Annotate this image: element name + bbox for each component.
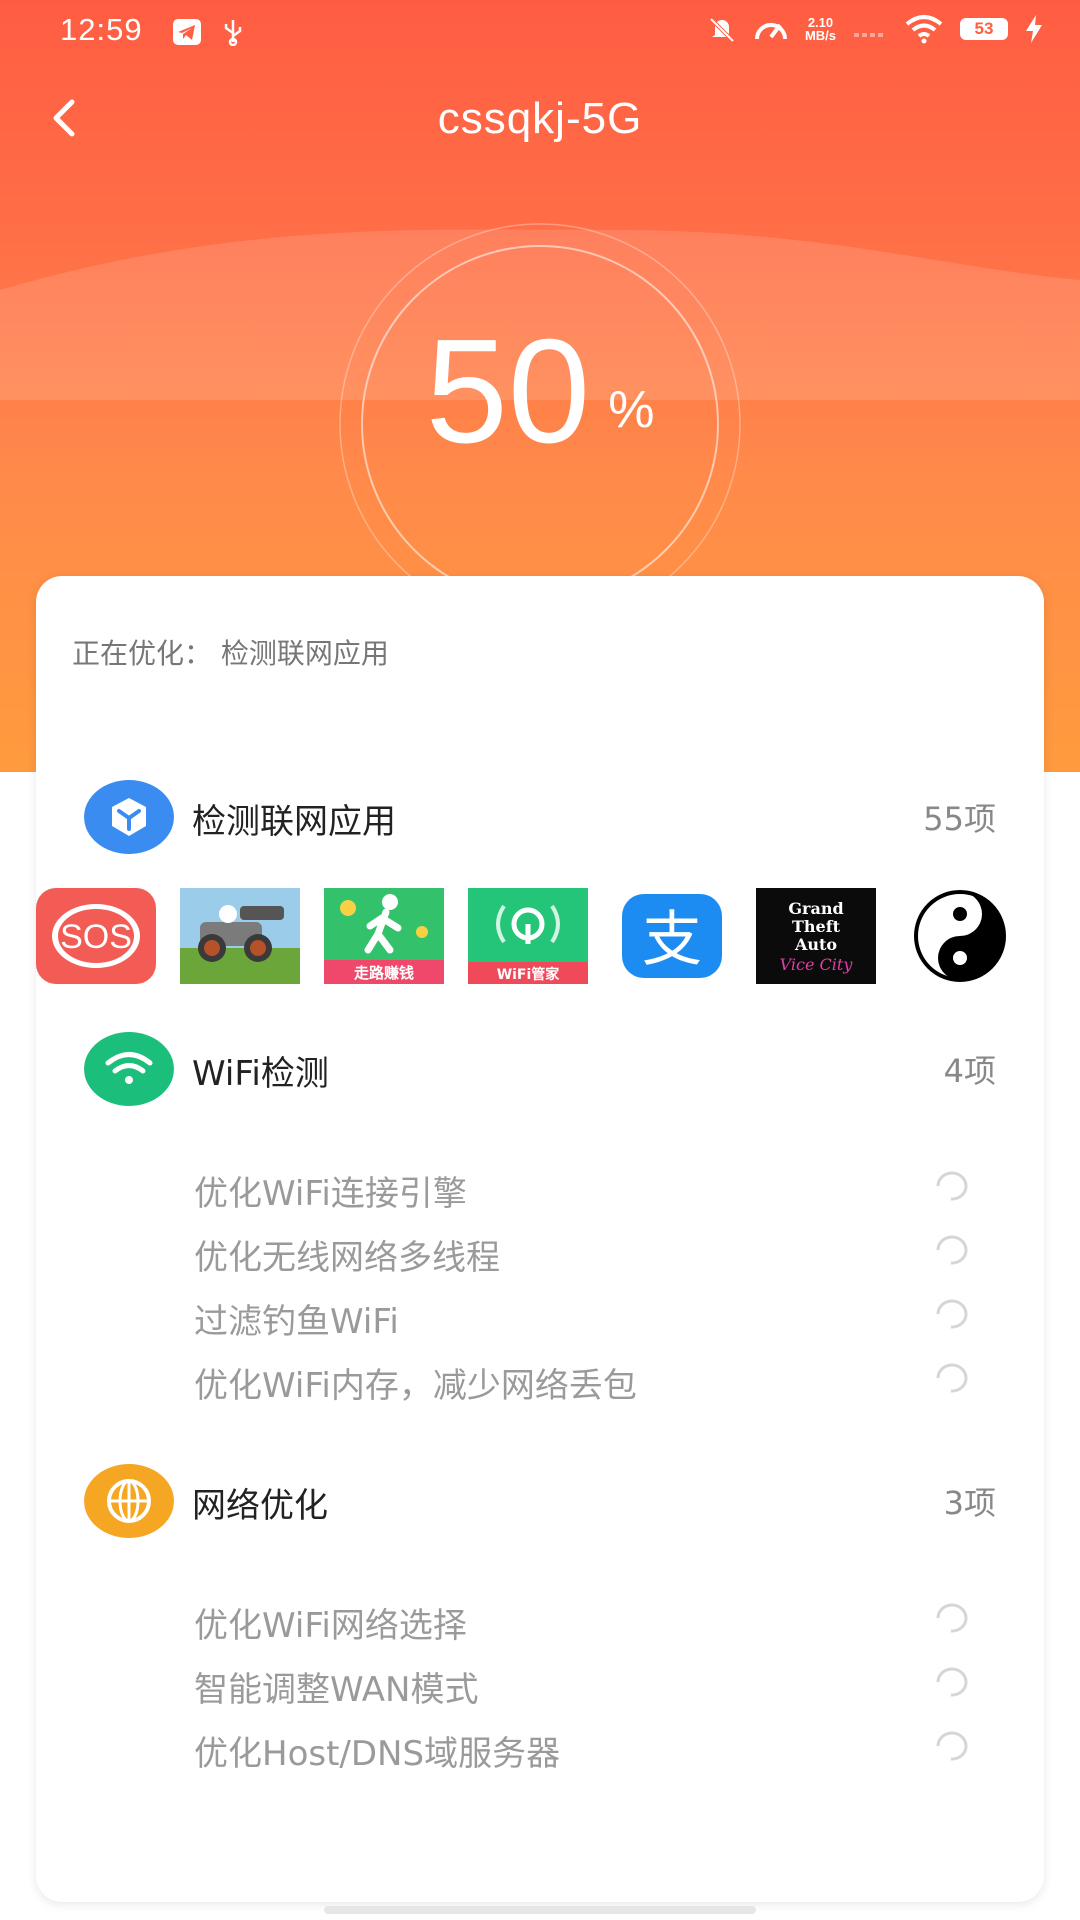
list-item: 优化WiFi连接引擎 [194, 1160, 994, 1214]
loading-spinner-icon [936, 1171, 968, 1201]
usb-icon [224, 20, 242, 46]
loading-spinner-icon [936, 1731, 968, 1761]
list-item: 智能调整WAN模式 [194, 1656, 994, 1710]
section-title: WiFi检测 [192, 1054, 329, 1094]
battery-icon: 53 [960, 18, 1008, 40]
loading-spinner-icon [936, 1235, 968, 1265]
speedometer-icon [754, 23, 787, 40]
wifi-icon [84, 1032, 174, 1106]
loading-spinner-icon [936, 1603, 968, 1633]
section-count: 3项 [943, 1484, 996, 1522]
item-label: 优化无线网络多线程 [194, 1238, 500, 1278]
section-count: 4项 [943, 1052, 996, 1090]
gta-vice-city-app-icon: Grand Theft Auto Vice City [756, 888, 876, 984]
network-speed: 2.10 MB/s [805, 16, 836, 42]
list-item: 优化WiFi网络选择 [194, 1592, 994, 1646]
sos-label: SOS [60, 918, 132, 956]
status-time: 12:59 [60, 12, 143, 47]
walk-earn-label: 走路赚钱 [354, 964, 414, 982]
list-item: 优化无线网络多线程 [194, 1224, 994, 1278]
item-label: 优化WiFi内存，减少网络丢包 [194, 1366, 637, 1406]
section-wifi-check: WiFi检测 4项 [84, 1032, 996, 1106]
item-label: 优化WiFi网络选择 [194, 1606, 467, 1646]
network-cube-icon [84, 780, 174, 854]
svg-text:Auto: Auto [794, 935, 837, 954]
progress-percent: 50% [0, 318, 1080, 466]
alipay-label: 支 [642, 905, 702, 975]
list-item: 过滤钓鱼WiFi [194, 1288, 994, 1342]
loading-spinner-icon [936, 1299, 968, 1329]
item-label: 优化WiFi连接引擎 [194, 1174, 467, 1214]
wifi-manager-app-icon: WiFi管家 [468, 888, 588, 984]
telegram-icon [173, 19, 201, 45]
app-icon-row: SOS 走路赚钱 WiFi管家 支 Grand Theft Auto Vice … [36, 888, 1044, 984]
section-network-optimization: 网络优化 3项 [84, 1464, 996, 1538]
item-label: 智能调整WAN模式 [194, 1670, 479, 1710]
percent-sign: % [608, 381, 655, 439]
charging-icon [1026, 15, 1042, 43]
wifi-manager-label: WiFi管家 [497, 966, 561, 983]
page-title: cssqkj-5G [437, 94, 643, 143]
speed-unit: MB/s [804, 28, 836, 43]
list-item: 优化Host/DNS域服务器 [194, 1720, 994, 1774]
percent-value: 50 [425, 309, 591, 474]
home-indicator[interactable] [324, 1906, 756, 1914]
loading-spinner-icon [936, 1667, 968, 1697]
alipay-app-icon: 支 [612, 888, 732, 984]
section-count: 55项 [923, 800, 996, 838]
bell-off-icon [709, 17, 735, 43]
loading-spinner-icon [936, 1363, 968, 1393]
optimizing-status: 正在优化： 检测联网应用 [72, 637, 389, 670]
list-item: 优化WiFi内存，减少网络丢包 [194, 1352, 994, 1406]
network-globe-icon [84, 1464, 174, 1538]
section-title: 检测联网应用 [192, 802, 396, 842]
yin-yang-app-icon [900, 888, 1020, 984]
item-label: 优化Host/DNS域服务器 [194, 1734, 561, 1774]
wifi-icon [905, 15, 943, 44]
svg-text:Vice City: Vice City [780, 955, 854, 974]
sos-app-icon: SOS [36, 888, 156, 984]
hill-climb-game-icon [180, 888, 300, 984]
walk-earn-app-icon: 走路赚钱 [324, 888, 444, 984]
status-bar: 12:59 2.10 MB/s 53 [0, 0, 1080, 66]
section-title: 网络优化 [192, 1486, 328, 1526]
svg-text:Grand: Grand [788, 899, 843, 918]
item-label: 过滤钓鱼WiFi [194, 1302, 399, 1342]
section-network-apps: 检测联网应用 55项 [84, 780, 996, 854]
signal-icon [854, 33, 883, 37]
svg-text:Theft: Theft [792, 917, 841, 936]
